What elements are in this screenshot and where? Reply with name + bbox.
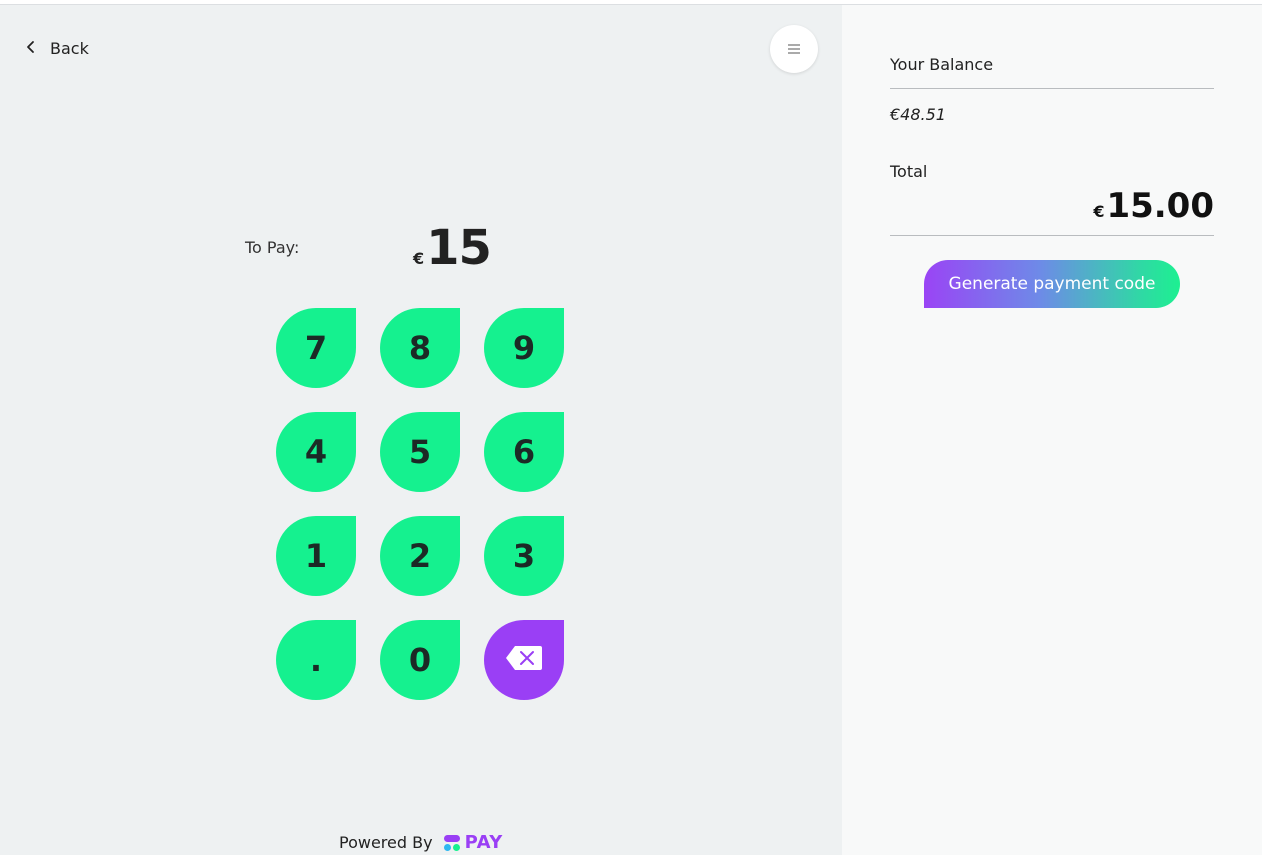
backspace-button[interactable]: [484, 620, 564, 700]
numeric-keypad: 7 8 9 4 5 6 1 2 3 . 0: [276, 308, 564, 700]
amount-value: 15: [426, 220, 492, 276]
balance-value: €48.51: [890, 105, 946, 124]
key-5[interactable]: 5: [380, 412, 460, 492]
powered-by: Powered By PAY: [339, 832, 503, 853]
to-pay-label: To Pay:: [245, 238, 300, 257]
key-2[interactable]: 2: [380, 516, 460, 596]
key-7[interactable]: 7: [276, 308, 356, 388]
summary-panel: [842, 5, 1262, 855]
chevron-left-icon: [24, 39, 38, 58]
hamburger-icon: [787, 40, 801, 59]
total-amount: € 15.00: [1093, 186, 1214, 226]
key-4[interactable]: 4: [276, 412, 356, 492]
key-decimal[interactable]: .: [276, 620, 356, 700]
total-label: Total: [890, 162, 928, 181]
powered-by-label: Powered By: [339, 833, 433, 852]
key-0[interactable]: 0: [380, 620, 460, 700]
divider: [890, 88, 1214, 89]
brand-logo: PAY: [443, 832, 503, 853]
key-3[interactable]: 3: [484, 516, 564, 596]
key-8[interactable]: 8: [380, 308, 460, 388]
currency-symbol: €: [413, 249, 425, 268]
brand-name: PAY: [464, 832, 503, 853]
key-1[interactable]: 1: [276, 516, 356, 596]
key-6[interactable]: 6: [484, 412, 564, 492]
generate-payment-code-button[interactable]: Generate payment code: [924, 260, 1180, 308]
backspace-icon: [505, 641, 543, 679]
divider: [890, 235, 1214, 236]
key-9[interactable]: 9: [484, 308, 564, 388]
menu-button[interactable]: [770, 25, 818, 73]
amount-display: € 15: [413, 220, 492, 276]
total-value: 15.00: [1106, 186, 1214, 226]
back-label: Back: [50, 38, 89, 58]
balance-label: Your Balance: [890, 55, 994, 74]
back-button[interactable]: Back: [24, 36, 89, 60]
total-currency: €: [1093, 202, 1105, 221]
brand-mark-icon: [443, 834, 460, 851]
